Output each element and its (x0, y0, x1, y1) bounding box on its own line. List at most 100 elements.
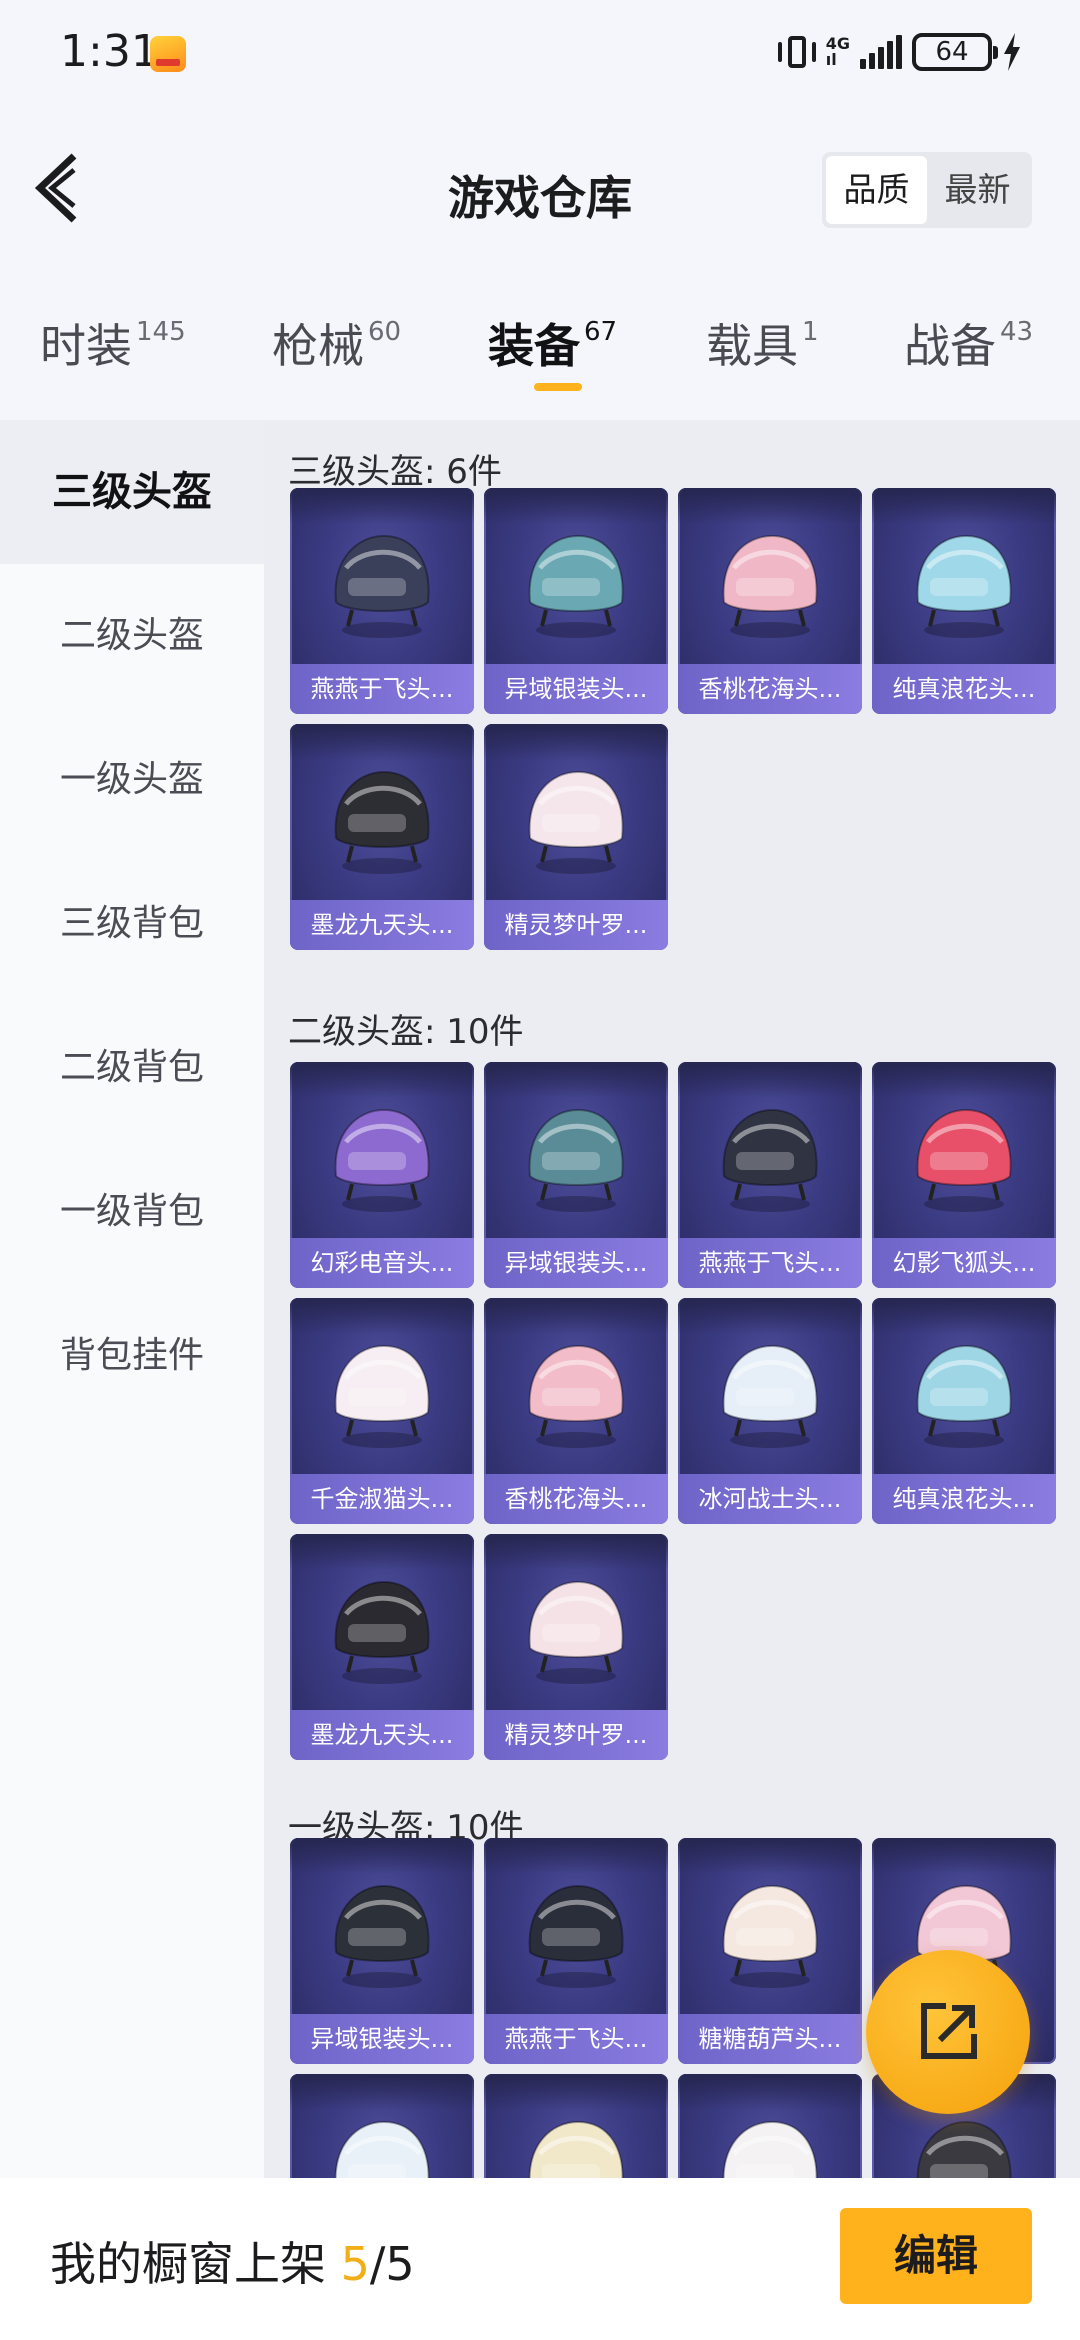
helmet-icon (334, 770, 430, 874)
item-card[interactable]: 幻彩电音头... (290, 1062, 474, 1288)
helmet-icon (334, 1108, 430, 1212)
item-name: 墨龙九天头... (290, 900, 474, 950)
helmet-icon (916, 2120, 1012, 2180)
item-card[interactable]: 墨龙九天头... (290, 724, 474, 950)
item-name: 纯真浪花头... (872, 664, 1056, 714)
item-card[interactable]: 纯真浪花头... (872, 488, 1056, 714)
item-card[interactable]: 燕燕于飞头... (484, 1838, 668, 2064)
tab-fashion[interactable]: 时装 145 (40, 310, 186, 390)
helmet-icon (722, 534, 818, 638)
item-name: 糖糖葫芦头... (678, 2014, 862, 2064)
helmet-icon (528, 1344, 624, 1448)
item-card[interactable]: 异域银装头... (290, 1838, 474, 2064)
item-card[interactable] (678, 2074, 862, 2180)
item-name: 幻影飞狐头... (872, 1238, 1056, 1288)
sidebar-item-level2-backpack[interactable]: 二级背包 (0, 996, 264, 1140)
sidebar-item-level1-helmet[interactable]: 一级头盔 (0, 708, 264, 852)
item-name: 异域银装头... (484, 1238, 668, 1288)
showcase-status: 我的橱窗上架 5/5 (50, 2237, 415, 2291)
helmet-icon (916, 1108, 1012, 1212)
helmet-icon (528, 1108, 624, 1212)
tab-supplies[interactable]: 战备 43 (904, 310, 1033, 390)
item-card[interactable]: 墨龙九天头... (290, 1534, 474, 1760)
edit-button[interactable]: 编辑 (840, 2208, 1032, 2304)
helmet-icon (916, 534, 1012, 638)
sidebar-item-level3-helmet[interactable]: 三级头盔 (0, 420, 264, 564)
tab-weapons[interactable]: 枪械 60 (272, 310, 401, 390)
item-card[interactable]: 异域银装头... (484, 488, 668, 714)
active-tab-indicator (534, 383, 582, 391)
item-card[interactable]: 纯真浪花头... (872, 1298, 1056, 1524)
item-name: 香桃花海头... (484, 1474, 668, 1524)
category-tabs: 时装 145 枪械 60 装备 67 载具 1 战备 43 (0, 290, 1080, 410)
sort-newest-button[interactable]: 最新 (927, 156, 1028, 224)
status-indicators: 4G ıl 64 (777, 30, 1022, 74)
sort-quality-button[interactable]: 品质 (826, 156, 927, 224)
item-card[interactable]: 香桃花海头... (678, 488, 862, 714)
item-name: 异域银装头... (484, 664, 668, 714)
helmet-icon (722, 2120, 818, 2180)
helmet-icon (334, 534, 430, 638)
helmet-icon (334, 2120, 430, 2180)
helmet-icon (528, 534, 624, 638)
helmet-icon (722, 1108, 818, 1212)
item-name: 精灵梦叶罗... (484, 1710, 668, 1760)
section-title: 三级头盔: 6件 (288, 452, 502, 492)
sidebar-item-level2-helmet[interactable]: 二级头盔 (0, 564, 264, 708)
helmet-icon (334, 1580, 430, 1684)
item-name: 燕燕于飞头... (290, 664, 474, 714)
charging-icon (1004, 33, 1020, 71)
helmet-icon (528, 2120, 624, 2180)
sidebar-item-level1-backpack[interactable]: 一级背包 (0, 1140, 264, 1284)
tab-vehicles[interactable]: 载具 1 (706, 310, 819, 390)
item-name: 精灵梦叶罗... (484, 900, 668, 950)
item-card[interactable]: 冰河战士头... (678, 1298, 862, 1524)
app-notification-icon (150, 36, 186, 72)
helmet-icon (528, 770, 624, 874)
status-bar: 1:31 4G ıl 64 (0, 0, 1080, 110)
item-grid-area: 三级头盔: 6件 二级头盔: 10件 一级头盔: 10件 燕燕于飞头... 异域银… (264, 420, 1080, 2180)
item-card[interactable]: 精灵梦叶罗... (484, 724, 668, 950)
sidebar-item-backpack-charm[interactable]: 背包挂件 (0, 1284, 264, 1428)
item-card[interactable]: 幻影飞狐头... (872, 1062, 1056, 1288)
tab-equipment[interactable]: 装备 67 (488, 310, 617, 390)
share-button[interactable] (866, 1950, 1030, 2114)
item-card[interactable] (484, 2074, 668, 2180)
bottom-bar: 我的橱窗上架 5/5 编辑 (0, 2178, 1080, 2340)
item-name: 异域银装头... (290, 2014, 474, 2064)
page-header: 游戏仓库 品质 最新 (0, 110, 1080, 270)
vibrate-icon (777, 33, 816, 71)
item-card[interactable]: 千金淑猫头... (290, 1298, 474, 1524)
helmet-icon (722, 1344, 818, 1448)
share-icon (921, 2003, 977, 2059)
section-title: 二级头盔: 10件 (288, 1012, 524, 1052)
item-card[interactable]: 异域银装头... (484, 1062, 668, 1288)
sidebar-item-level3-backpack[interactable]: 三级背包 (0, 852, 264, 996)
status-time: 1:31 (60, 26, 159, 77)
network-type: 4G ıl (825, 34, 850, 69)
item-card[interactable]: 精灵梦叶罗... (484, 1534, 668, 1760)
item-card[interactable]: 糖糖葫芦头... (678, 1838, 862, 2064)
item-card[interactable]: 燕燕于飞头... (678, 1062, 862, 1288)
helmet-icon (528, 1580, 624, 1684)
sort-toggle: 品质 最新 (822, 152, 1032, 228)
battery-level: 64 (912, 33, 998, 71)
item-name: 幻彩电音头... (290, 1238, 474, 1288)
helmet-icon (528, 1884, 624, 1988)
helmet-icon (334, 1344, 430, 1448)
item-name: 香桃花海头... (678, 664, 862, 714)
item-name: 纯真浪花头... (872, 1474, 1056, 1524)
item-name: 燕燕于飞头... (678, 1238, 862, 1288)
item-name: 墨龙九天头... (290, 1710, 474, 1760)
item-name: 燕燕于飞头... (484, 2014, 668, 2064)
item-card[interactable] (290, 2074, 474, 2180)
item-name: 冰河战士头... (678, 1474, 862, 1524)
helmet-icon (334, 1884, 430, 1988)
item-card[interactable]: 香桃花海头... (484, 1298, 668, 1524)
subcategory-sidebar: 三级头盔 二级头盔 一级头盔 三级背包 二级背包 一级背包 背包挂件 (0, 420, 264, 2180)
item-name: 千金淑猫头... (290, 1474, 474, 1524)
helmet-icon (916, 1344, 1012, 1448)
helmet-icon (722, 1884, 818, 1988)
item-card[interactable]: 燕燕于飞头... (290, 488, 474, 714)
signal-icon (860, 35, 902, 69)
